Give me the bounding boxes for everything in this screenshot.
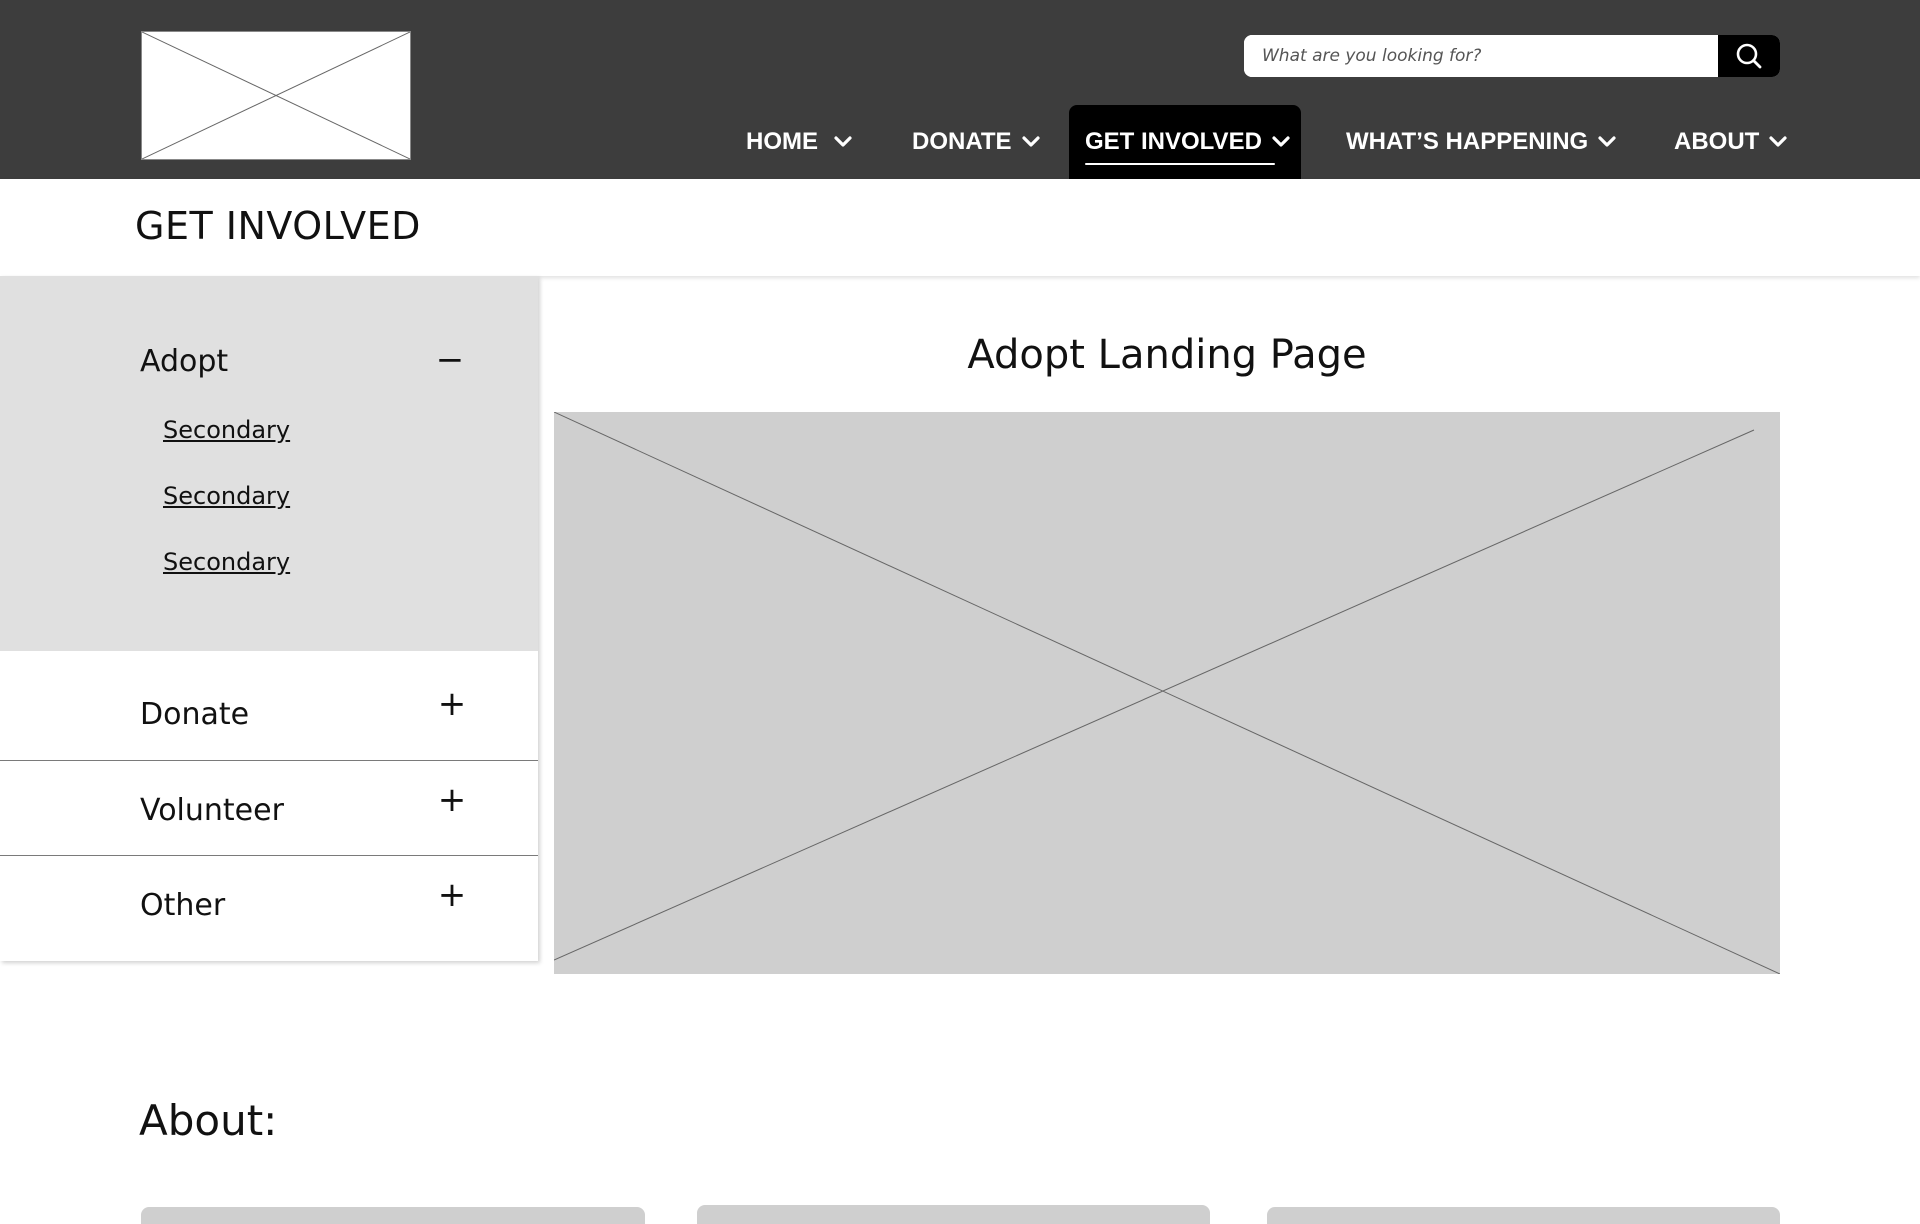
accordion-title-adopt[interactable]: Adopt [140,344,228,379]
about-card[interactable] [697,1205,1210,1224]
expand-icon[interactable]: + [435,783,469,817]
nav-home-label: HOME [746,128,818,155]
image-placeholder-icon [554,412,1780,974]
main-heading: Adopt Landing Page [967,332,1367,378]
search-button[interactable] [1718,35,1780,77]
page-title: GET INVOLVED [135,204,421,248]
chevron-down-icon [1272,136,1290,148]
accordion-title-other: Other [140,888,226,923]
nav-about[interactable]: ABOUT [1674,105,1787,179]
expand-icon[interactable]: + [435,687,469,721]
collapse-icon[interactable]: − [433,343,467,377]
nav-home[interactable]: HOME [746,105,852,179]
nav-donate[interactable]: DONATE [912,105,1040,179]
about-card[interactable] [141,1207,645,1224]
chevron-down-icon [1769,136,1787,148]
active-underline [1085,163,1275,165]
secondary-link[interactable]: Secondary [163,548,290,576]
chevron-down-icon [1021,136,1040,148]
main-nav: HOME DONATE GET INVOLVED WHAT’S HAPPENIN… [0,105,1920,179]
page-title-bar: GET INVOLVED [0,179,1920,276]
expand-icon[interactable]: + [435,878,469,912]
search-icon [1736,43,1762,69]
sidebar-accordion: Adopt − Secondary Secondary Secondary Do… [0,276,538,961]
accordion-section-donate[interactable]: Donate + [0,651,538,761]
accordion-title-volunteer: Volunteer [140,793,284,828]
search-input[interactable] [1244,35,1718,77]
accordion-title-donate: Donate [140,697,250,732]
accordion-section-volunteer[interactable]: Volunteer + [0,761,538,856]
nav-get-involved-label: GET INVOLVED [1085,128,1262,155]
chevron-down-icon [834,136,852,148]
site-header: HOME DONATE GET INVOLVED WHAT’S HAPPENIN… [0,0,1920,179]
nav-donate-label: DONATE [912,128,1012,155]
accordion-section-other[interactable]: Other + [0,856,538,961]
nav-about-label: ABOUT [1674,128,1760,155]
secondary-link[interactable]: Secondary [163,416,290,444]
chevron-down-icon [1598,136,1616,148]
about-card[interactable] [1267,1207,1780,1224]
secondary-link[interactable]: Secondary [163,482,290,510]
nav-whats-happening[interactable]: WHAT’S HAPPENING [1346,105,1616,179]
nav-get-involved[interactable]: GET INVOLVED [1069,105,1301,179]
accordion-section-adopt: Adopt − Secondary Secondary Secondary [0,276,538,651]
search-bar [1244,35,1780,77]
about-heading: About: [139,1096,278,1145]
hero-image-placeholder [554,412,1780,974]
nav-whats-happening-label: WHAT’S HAPPENING [1346,128,1589,155]
